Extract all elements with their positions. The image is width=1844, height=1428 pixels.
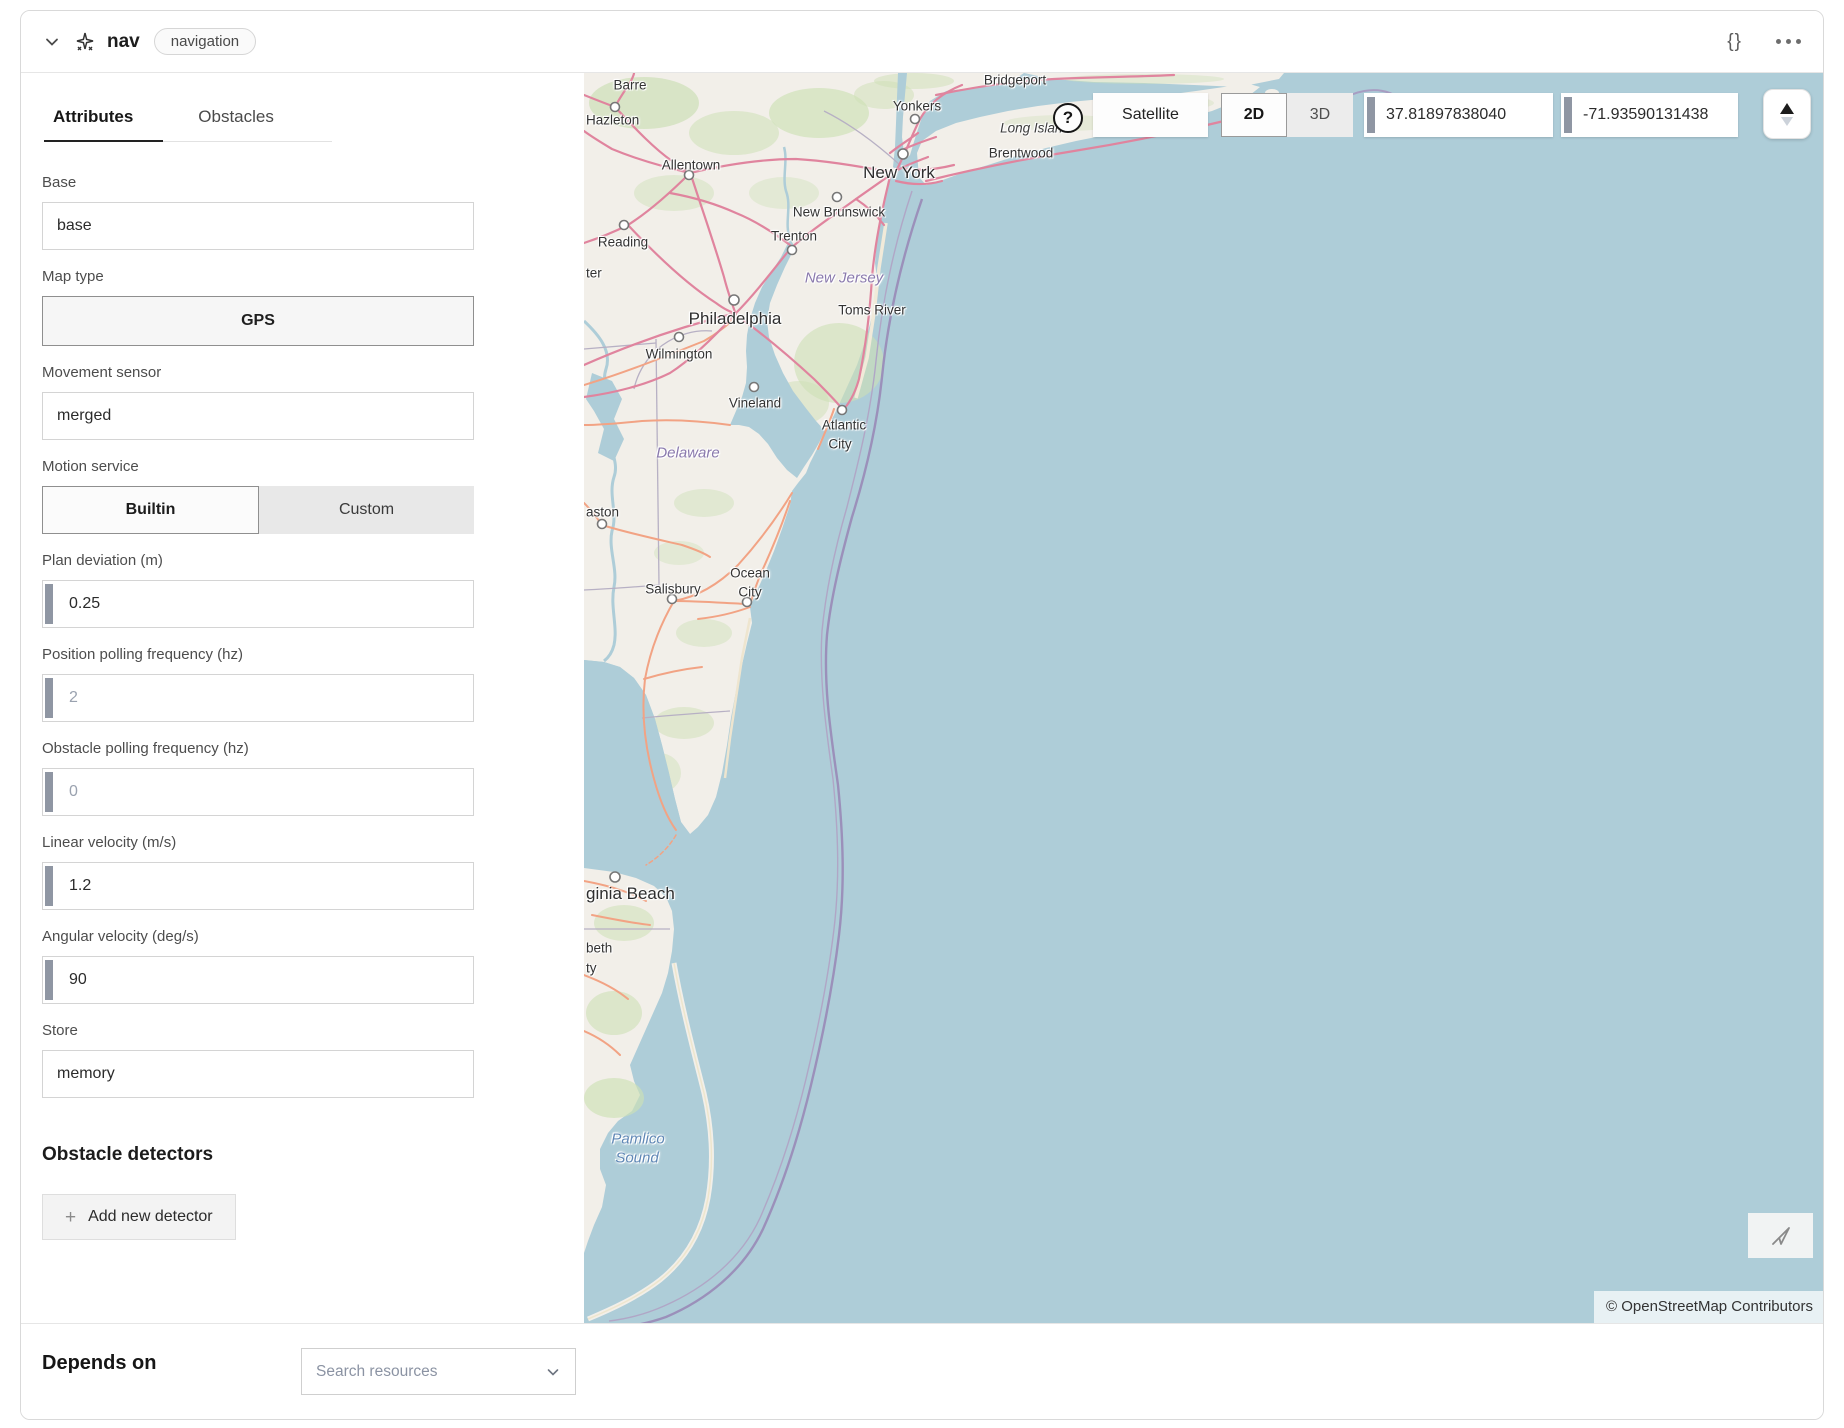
add-detector-button[interactable]: + Add new detector: [42, 1194, 236, 1240]
longitude-field: [1561, 93, 1738, 137]
movement-sensor-input[interactable]: [42, 392, 474, 440]
attributes-panel: Attributes Obstacles Base Map type GPS M…: [21, 73, 584, 1323]
plus-icon: +: [65, 1208, 76, 1227]
service-card: nav navigation {} Attributes Obstacles B…: [20, 10, 1824, 1420]
locate-button[interactable]: [1748, 1213, 1813, 1258]
number-accent-bar: [45, 866, 53, 906]
store-input[interactable]: [42, 1050, 474, 1098]
service-name: nav: [107, 31, 140, 53]
field-base: Base: [42, 174, 474, 250]
field-movement-sensor: Movement sensor: [42, 364, 474, 440]
swap-coordinates-button[interactable]: [1763, 89, 1811, 139]
depends-on-placeholder: Search resources: [316, 1363, 545, 1381]
map-type-label: Map type: [42, 268, 474, 285]
panel-tabs: Attributes Obstacles: [44, 107, 332, 142]
map-attribution: © OpenStreetMap Contributors: [1594, 1291, 1824, 1323]
number-accent-bar: [45, 772, 53, 812]
triangle-down-icon: [1781, 117, 1793, 126]
position-polling-label: Position polling frequency (hz): [42, 646, 474, 663]
obstacle-polling-label: Obstacle polling frequency (hz): [42, 740, 474, 757]
satellite-toggle-button[interactable]: Satellite: [1093, 93, 1208, 137]
field-motion-service: Motion service Builtin Custom: [42, 458, 474, 534]
angular-velocity-input[interactable]: [42, 956, 474, 1004]
latitude-input[interactable]: [1364, 93, 1553, 137]
triangle-up-icon: [1780, 103, 1794, 114]
obstacle-polling-input[interactable]: [42, 768, 474, 816]
field-linear-velocity: Linear velocity (m/s): [42, 834, 474, 910]
motion-service-segmented: Builtin Custom: [42, 486, 474, 534]
motion-service-label: Motion service: [42, 458, 474, 475]
map-dimension-toggle: 2D 3D: [1221, 93, 1353, 137]
tab-obstacles[interactable]: Obstacles: [189, 107, 283, 142]
plan-deviation-label: Plan deviation (m): [42, 552, 474, 569]
longitude-input[interactable]: [1561, 93, 1738, 137]
mode-2d-button[interactable]: 2D: [1221, 93, 1287, 137]
depends-on-heading: Depends on: [42, 1352, 156, 1375]
field-angular-velocity: Angular velocity (deg/s): [42, 928, 474, 1004]
navigation-service-icon: [73, 30, 97, 54]
field-map-type: Map type GPS: [42, 268, 474, 346]
map-tiles: [584, 73, 1824, 1323]
field-position-polling: Position polling frequency (hz): [42, 646, 474, 722]
add-detector-label: Add new detector: [88, 1208, 213, 1226]
tab-attributes[interactable]: Attributes: [44, 107, 163, 142]
number-accent-bar: [45, 960, 53, 1000]
service-header: nav navigation {}: [21, 11, 1823, 73]
angular-velocity-label: Angular velocity (deg/s): [42, 928, 474, 945]
number-accent-bar: [45, 584, 53, 624]
motion-service-custom-option[interactable]: Custom: [259, 486, 474, 534]
depends-on-section: Depends on Search resources: [21, 1323, 1823, 1419]
help-icon[interactable]: ?: [1053, 103, 1083, 133]
plan-deviation-input[interactable]: [42, 580, 474, 628]
linear-velocity-label: Linear velocity (m/s): [42, 834, 474, 851]
service-type-badge: navigation: [154, 28, 256, 55]
store-label: Store: [42, 1022, 474, 1039]
linear-velocity-input[interactable]: [42, 862, 474, 910]
json-mode-icon[interactable]: {}: [1727, 31, 1742, 53]
field-obstacle-polling: Obstacle polling frequency (hz): [42, 740, 474, 816]
obstacle-detectors-heading: Obstacle detectors: [42, 1144, 584, 1166]
latitude-field: [1364, 93, 1553, 137]
collapse-chevron-icon[interactable]: [43, 33, 61, 51]
map-type-gps-button[interactable]: GPS: [42, 296, 474, 346]
field-store: Store: [42, 1022, 474, 1098]
depends-on-select[interactable]: Search resources: [301, 1348, 576, 1395]
movement-sensor-label: Movement sensor: [42, 364, 474, 381]
service-body: Attributes Obstacles Base Map type GPS M…: [21, 73, 1823, 1323]
field-plan-deviation: Plan deviation (m): [42, 552, 474, 628]
map-canvas[interactable]: BarreHazletonAllentownYonkersBridgeportB…: [584, 73, 1824, 1323]
more-menu-icon[interactable]: [1776, 39, 1801, 44]
position-polling-input[interactable]: [42, 674, 474, 722]
base-input[interactable]: [42, 202, 474, 250]
chevron-down-icon: [545, 1364, 561, 1380]
motion-service-builtin-option[interactable]: Builtin: [42, 486, 259, 534]
navigation-arrow-icon: [1769, 1224, 1793, 1248]
base-label: Base: [42, 174, 474, 191]
number-accent-bar: [45, 678, 53, 718]
mode-3d-button[interactable]: 3D: [1287, 93, 1353, 137]
